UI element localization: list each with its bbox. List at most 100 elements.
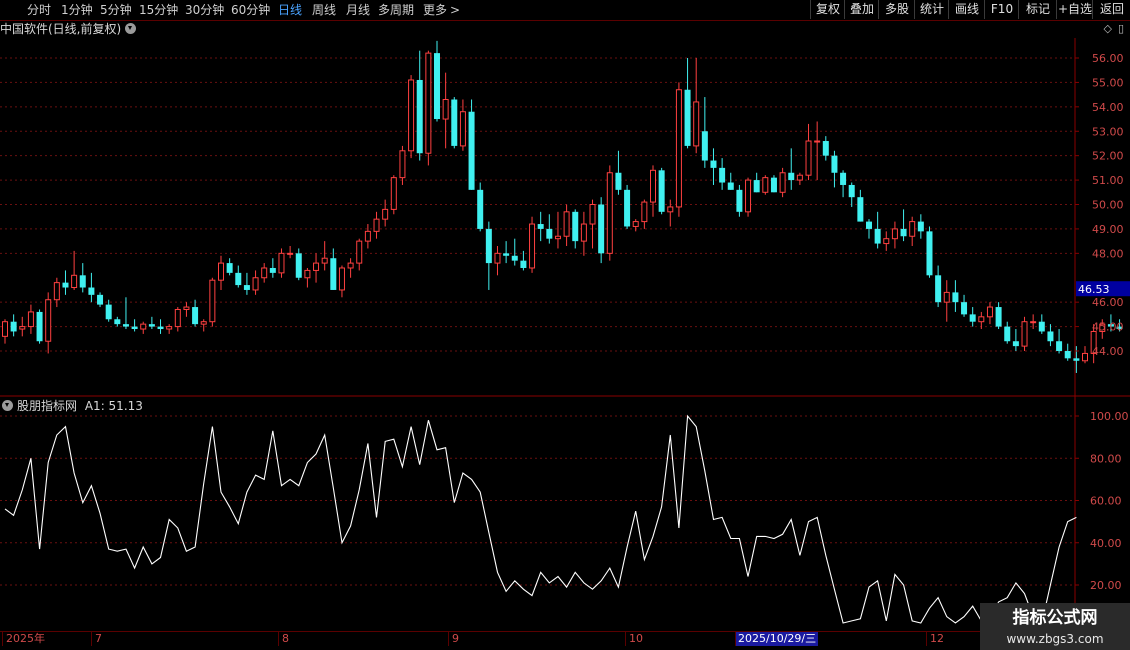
candle[interactable] — [848, 182, 855, 207]
candle[interactable] — [900, 209, 907, 242]
candle[interactable] — [200, 319, 207, 332]
chart-canvas[interactable]: 56.00 55.00 54.00 53.00 52.00 51.00 50.00 49.00… — [0, 0, 1130, 650]
tool-button-6[interactable]: 标记 — [1018, 0, 1057, 19]
candle[interactable] — [157, 319, 164, 334]
candle[interactable] — [961, 294, 968, 317]
candle[interactable] — [364, 224, 371, 249]
candle[interactable] — [71, 250, 78, 290]
candle[interactable] — [909, 216, 916, 247]
candle[interactable] — [641, 199, 648, 229]
tool-button-2[interactable]: 多股 — [878, 0, 915, 19]
candle[interactable] — [1073, 346, 1080, 373]
candle[interactable] — [1056, 329, 1063, 354]
candle[interactable] — [805, 123, 812, 181]
candle[interactable] — [468, 99, 475, 190]
candle[interactable] — [857, 189, 864, 222]
candle[interactable] — [563, 204, 570, 247]
candle[interactable] — [399, 145, 406, 185]
candle[interactable] — [1021, 316, 1028, 351]
candle[interactable] — [88, 272, 95, 303]
candle[interactable] — [624, 184, 631, 229]
candle[interactable] — [1064, 343, 1071, 361]
candle[interactable] — [390, 175, 397, 215]
candle[interactable] — [338, 265, 345, 298]
candle[interactable] — [1004, 321, 1011, 344]
candle[interactable] — [97, 292, 104, 308]
period-tab-5[interactable]: 60分钟 — [231, 2, 270, 18]
candle[interactable] — [36, 309, 43, 344]
candle[interactable] — [667, 199, 674, 227]
candle[interactable] — [684, 58, 691, 149]
candle[interactable] — [62, 270, 69, 295]
period-tab-1[interactable]: 1分钟 — [61, 2, 93, 18]
candle[interactable] — [658, 167, 665, 215]
candle[interactable] — [1047, 324, 1054, 347]
candle[interactable] — [917, 214, 924, 239]
candle[interactable] — [1082, 346, 1088, 364]
candle[interactable] — [943, 280, 950, 322]
candle[interactable] — [416, 50, 423, 161]
candlestick-series[interactable] — [2, 40, 1123, 373]
tool-button-0[interactable]: 复权 — [810, 0, 845, 19]
candle[interactable] — [183, 302, 190, 317]
candle[interactable] — [27, 304, 34, 334]
candle[interactable] — [321, 241, 328, 271]
candle[interactable] — [2, 319, 8, 344]
candle[interactable] — [19, 316, 26, 337]
candle[interactable] — [978, 311, 985, 330]
diamond-icon[interactable]: ◇ — [1103, 22, 1111, 35]
candle[interactable] — [10, 314, 17, 337]
period-tab-10[interactable]: 更多 > — [423, 2, 460, 18]
candle[interactable] — [529, 216, 536, 273]
candle[interactable] — [434, 40, 440, 122]
tool-button-4[interactable]: 画线 — [948, 0, 985, 19]
period-tab-9[interactable]: 多周期 — [378, 2, 414, 18]
period-tab-7[interactable]: 周线 — [312, 2, 336, 18]
candle[interactable] — [779, 167, 786, 198]
tool-button-1[interactable]: 叠加 — [844, 0, 879, 19]
candle[interactable] — [580, 211, 587, 256]
candle[interactable] — [252, 270, 259, 295]
candle[interactable] — [1038, 314, 1045, 334]
candle[interactable] — [140, 321, 147, 334]
candle[interactable] — [442, 72, 449, 149]
candle[interactable] — [105, 299, 112, 322]
candle[interactable] — [632, 219, 639, 232]
candle[interactable] — [693, 58, 700, 154]
period-tab-8[interactable]: 月线 — [346, 2, 370, 18]
candle[interactable] — [788, 148, 795, 190]
candle[interactable] — [356, 238, 363, 271]
candle[interactable] — [866, 219, 872, 239]
indicator-line-series[interactable] — [4, 414, 1077, 624]
candle[interactable] — [511, 238, 518, 266]
candle[interactable] — [952, 280, 959, 312]
candle[interactable] — [969, 307, 976, 327]
candle[interactable] — [261, 263, 268, 283]
candle[interactable] — [235, 265, 242, 288]
tool-button-7[interactable]: +自选 — [1056, 0, 1093, 19]
candle[interactable] — [891, 221, 898, 249]
candle[interactable] — [408, 75, 415, 159]
candle[interactable] — [243, 272, 250, 295]
candle[interactable] — [736, 184, 743, 217]
candle[interactable] — [494, 246, 501, 276]
tool-button-3[interactable]: 统计 — [914, 0, 949, 19]
candle[interactable] — [451, 97, 458, 149]
candle[interactable] — [572, 209, 579, 249]
period-tab-4[interactable]: 30分钟 — [185, 2, 224, 18]
tool-button-8[interactable]: 返回 — [1092, 0, 1130, 19]
chevron-down-icon[interactable] — [125, 23, 137, 34]
candle[interactable] — [796, 172, 803, 185]
candle[interactable] — [762, 175, 769, 195]
candle[interactable] — [986, 302, 993, 325]
candle[interactable] — [131, 319, 138, 332]
candle[interactable] — [373, 211, 380, 239]
candle[interactable] — [710, 148, 717, 185]
candle[interactable] — [727, 172, 734, 190]
panel-toggle-icon[interactable]: ▯ — [1118, 22, 1124, 35]
candle[interactable] — [269, 258, 276, 278]
candle[interactable] — [382, 199, 389, 227]
candle[interactable] — [926, 226, 933, 278]
candle[interactable] — [148, 316, 155, 330]
candle[interactable] — [477, 182, 484, 232]
